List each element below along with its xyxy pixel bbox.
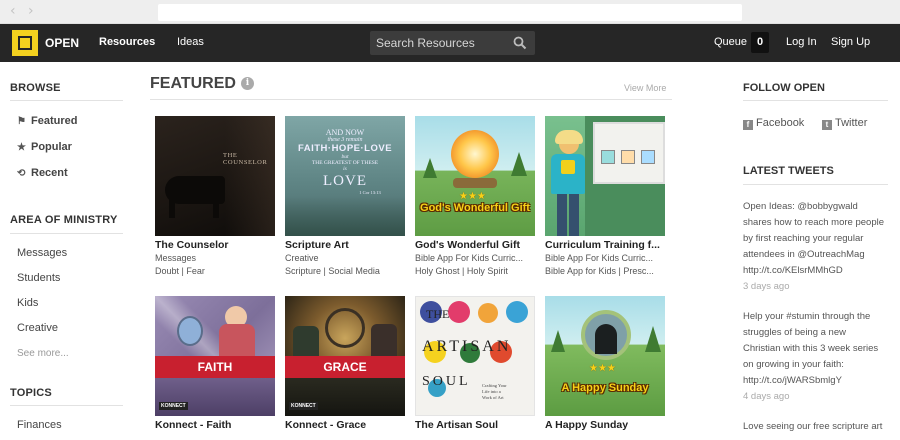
thumbnail[interactable]: GRACE KONNECT [285, 296, 405, 416]
thumbnail[interactable] [545, 116, 665, 236]
thumbnail-text: THE COUNSELOR [223, 152, 268, 166]
thumbnail-text: GRACE [285, 356, 405, 378]
thumbnail[interactable]: ★★★ A Happy Sunday [545, 296, 665, 416]
queue-count-badge[interactable]: 0 [751, 32, 769, 53]
search-input[interactable] [370, 31, 510, 55]
history-icon: ⟲ [17, 168, 26, 179]
thumbnail-text: AND NOW [325, 128, 365, 137]
tweet-link[interactable]: http://t.co/jWARSbmlgY [743, 373, 893, 389]
address-bar[interactable] [158, 4, 742, 21]
card-title[interactable]: Konnect - Grace [285, 419, 415, 431]
thumbnail-text: God's Wonderful Gift [420, 202, 530, 214]
card-category[interactable]: Creative [285, 253, 415, 263]
follow-heading: FOLLOW OPEN [743, 82, 825, 94]
sidebar-item-featured[interactable]: ⚑ Featured [17, 115, 77, 127]
ministry-heading: AREA OF MINISTRY [10, 214, 118, 226]
tweet-timestamp: 4 days ago [743, 391, 790, 402]
signup-link[interactable]: Sign Up [831, 36, 870, 48]
page-title: FEATURED [150, 75, 236, 92]
card-category[interactable]: Bible App For Kids Curric... [415, 253, 545, 263]
facebook-link[interactable]: f Facebook [743, 117, 804, 130]
card-title[interactable]: Scripture Art [285, 239, 415, 251]
thumbnail-text: FAITH [155, 356, 275, 378]
tweets-heading: LATEST TWEETS [743, 165, 834, 177]
sidebar-item-finances[interactable]: Finances [17, 419, 62, 431]
tweet-timestamp: 3 days ago [743, 281, 790, 292]
queue-link[interactable]: Queue [714, 36, 747, 48]
card-tags[interactable]: Doubt | Fear [155, 266, 285, 276]
thumbnail-text: 1 Cor 13:13 [359, 190, 381, 195]
login-link[interactable]: Log In [786, 36, 817, 48]
card-title[interactable]: Konnect - Faith [155, 419, 285, 431]
twitter-link[interactable]: t Twitter [822, 117, 867, 130]
thumbnail[interactable]: AND NOW these 3 remain FAITH·HOPE·LOVE b… [285, 116, 405, 236]
divider [150, 99, 672, 100]
card-category[interactable]: Messages [155, 253, 285, 263]
thumbnail-text: LOVE [323, 173, 367, 189]
see-more-link[interactable]: See more... [17, 348, 69, 359]
sidebar-item-messages[interactable]: Messages [17, 247, 67, 259]
star-icon: ★ [17, 142, 26, 153]
sidebar-item-popular[interactable]: ★ Popular [17, 141, 72, 153]
flag-icon: ⚑ [17, 116, 26, 127]
browse-heading: BROWSE [10, 82, 61, 94]
card-tags[interactable]: Scripture | Social Media [285, 266, 415, 276]
tweet-item: Help your #stumin through the struggles … [743, 309, 893, 405]
search-icon[interactable] [513, 36, 527, 50]
logo-text[interactable]: OPEN [45, 36, 79, 50]
card-title[interactable]: Curriculum Training f... [545, 239, 675, 251]
view-more-link[interactable]: View More [624, 83, 666, 93]
konnect-badge: KONNECT [159, 402, 188, 410]
sidebar-item-kids[interactable]: Kids [17, 297, 38, 309]
thumbnail-text: SOUL [422, 374, 471, 389]
card-title[interactable]: A Happy Sunday [545, 419, 675, 431]
browser-window: ‹ › OPEN Resources Ideas Queue 0 Log In … [0, 0, 900, 440]
browser-chrome: ‹ › [0, 0, 900, 24]
thumbnail-text: A Happy Sunday [561, 382, 649, 394]
tweet-link[interactable]: http://t.co/KElsrMMhGD [743, 263, 893, 279]
thumbnail-text: FAITH·HOPE·LOVE [297, 143, 393, 154]
sidebar-item-creative[interactable]: Creative [17, 322, 58, 334]
thumbnail-text: Work of Art [482, 395, 504, 400]
tweet-item: Open Ideas: @bobbygwald shares how to re… [743, 199, 893, 295]
konnect-badge: KONNECT [289, 402, 318, 410]
card-title[interactable]: The Artisan Soul [415, 419, 545, 431]
thumbnail[interactable]: THE ARTISAN SOUL Crafting Your Life into… [415, 296, 535, 416]
forward-arrow-icon[interactable]: › [28, 3, 34, 19]
info-icon[interactable]: i [241, 77, 254, 90]
sidebar-item-recent[interactable]: ⟲ Recent [17, 167, 68, 179]
top-navigation: OPEN Resources Ideas Queue 0 Log In Sign… [0, 24, 900, 62]
search-box [370, 31, 535, 55]
twitter-icon: t [822, 120, 832, 130]
thumbnail-text: THE [426, 307, 450, 321]
sidebar-item-students[interactable]: Students [17, 272, 60, 284]
divider [743, 184, 888, 185]
card-tags[interactable]: Holy Ghost | Holy Spirit [415, 266, 545, 276]
divider [10, 233, 123, 234]
thumbnail-text: ARTISAN [422, 338, 512, 355]
thumbnail[interactable]: FAITH KONNECT [155, 296, 275, 416]
stars-icon: ★★★ [459, 191, 486, 202]
card-category[interactable]: Bible App For Kids Curric... [545, 253, 675, 263]
facebook-icon: f [743, 120, 753, 130]
card-tags[interactable]: Bible App for Kids | Presc... [545, 266, 675, 276]
divider [10, 405, 123, 406]
tweet-item: Love seeing our free scripture art [743, 421, 883, 432]
thumbnail[interactable]: ★★★ God's Wonderful Gift [415, 116, 535, 236]
back-arrow-icon[interactable]: ‹ [10, 3, 16, 19]
topics-heading: TOPICS [10, 387, 52, 399]
thumbnail-text: is [343, 166, 347, 172]
divider [743, 100, 888, 101]
card-title[interactable]: God's Wonderful Gift [415, 239, 545, 251]
thumbnail[interactable]: THE COUNSELOR [155, 116, 275, 236]
divider [10, 100, 123, 101]
nav-ideas-link[interactable]: Ideas [177, 36, 204, 48]
stars-icon: ★★★ [589, 363, 616, 374]
open-logo-icon[interactable] [12, 30, 38, 56]
card-title[interactable]: The Counselor [155, 239, 285, 251]
nav-resources-link[interactable]: Resources [99, 36, 155, 48]
